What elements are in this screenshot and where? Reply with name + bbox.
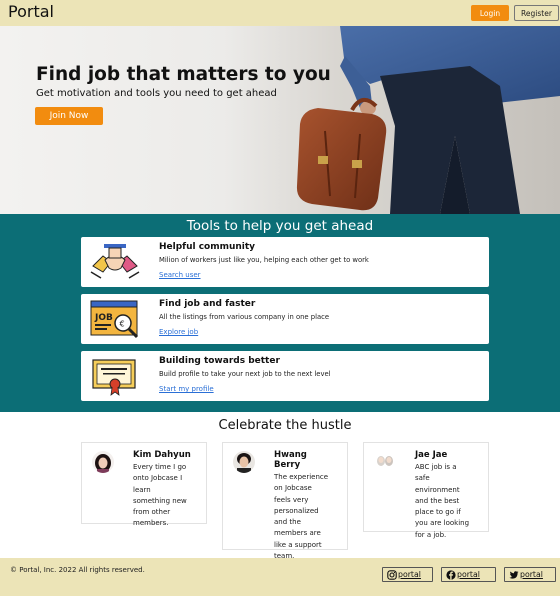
svg-text:JOB: JOB xyxy=(94,313,113,323)
tool-card-profile: Building towards better Build profile to… xyxy=(81,351,489,401)
register-button[interactable]: Register xyxy=(514,5,559,21)
search-user-link[interactable]: Search user xyxy=(159,271,201,279)
testimonial-quote: ABC job is a safe environment and the be… xyxy=(415,463,470,539)
hustle-heading: Celebrate the hustle xyxy=(218,418,352,433)
tool-card-find-job: JOB € Find job and faster All the listin… xyxy=(81,294,489,344)
facebook-icon xyxy=(446,569,456,580)
testimonial-name: Hwang Berry xyxy=(274,450,307,470)
handshake-icon xyxy=(90,244,140,279)
testimonial-card: Hwang Berry The experience on Jobcase fe… xyxy=(222,442,348,560)
svg-text:€: € xyxy=(120,320,125,329)
instagram-link[interactable]: portal xyxy=(382,567,433,582)
brand-logo[interactable]: Portal xyxy=(8,2,54,21)
join-now-button[interactable]: Join Now xyxy=(35,107,103,125)
explore-job-link[interactable]: Explore job xyxy=(159,328,198,336)
twitter-icon xyxy=(509,570,519,579)
tools-section: Tools to help you get ahead Helpful comm… xyxy=(0,214,560,412)
footer: © Portal, Inc. 2022 All rights reserved.… xyxy=(0,558,560,596)
testimonial-card: Jae Jae ABC job is a safe environment an… xyxy=(363,442,489,539)
testimonial-card: Kim Dahyun Every time I go onto Jobcase … xyxy=(81,442,207,527)
avatar xyxy=(374,451,396,473)
tool-card-title: Helpful community xyxy=(159,242,256,252)
hero-subtitle: Get motivation and tools you need to get… xyxy=(36,88,277,99)
instagram-icon xyxy=(387,569,397,580)
facebook-link[interactable]: portal xyxy=(441,567,496,582)
hero-title: Find job that matters to you xyxy=(36,64,331,85)
tool-card-title: Building towards better xyxy=(159,356,280,366)
testimonial-quote: The experience on Jobcase feels very per… xyxy=(274,473,329,561)
twitter-link[interactable]: portal xyxy=(504,567,556,582)
job-magnifier-icon: JOB € xyxy=(90,300,139,339)
login-button[interactable]: Login xyxy=(471,5,509,21)
avatar xyxy=(233,451,255,473)
tool-card-description: Milion of workers just like you, helping… xyxy=(159,256,369,264)
navbar: Portal Login Register xyxy=(0,0,560,26)
start-my-profile-link[interactable]: Start my profile xyxy=(159,385,214,393)
hero-banner: Find job that matters to you Get motivat… xyxy=(0,26,560,214)
tools-heading: Tools to help you get ahead xyxy=(186,218,374,234)
social-label: portal xyxy=(457,570,480,579)
social-label: portal xyxy=(398,570,421,579)
testimonial-name: Jae Jae xyxy=(415,450,448,460)
copyright-text: © Portal, Inc. 2022 All rights reserved. xyxy=(10,566,145,574)
tool-card-description: All the listings from various company in… xyxy=(159,313,330,321)
tool-card-title: Find job and faster xyxy=(159,299,256,309)
certificate-icon xyxy=(92,359,136,396)
tool-card-description: Build profile to take your next job to t… xyxy=(159,370,331,378)
tool-card-community: Helpful community Milion of workers just… xyxy=(81,237,489,287)
testimonial-quote: Every time I go onto Jobcase I learn som… xyxy=(133,463,187,528)
social-label: portal xyxy=(520,570,543,579)
avatar xyxy=(92,451,114,473)
testimonial-name: Kim Dahyun xyxy=(133,450,191,460)
